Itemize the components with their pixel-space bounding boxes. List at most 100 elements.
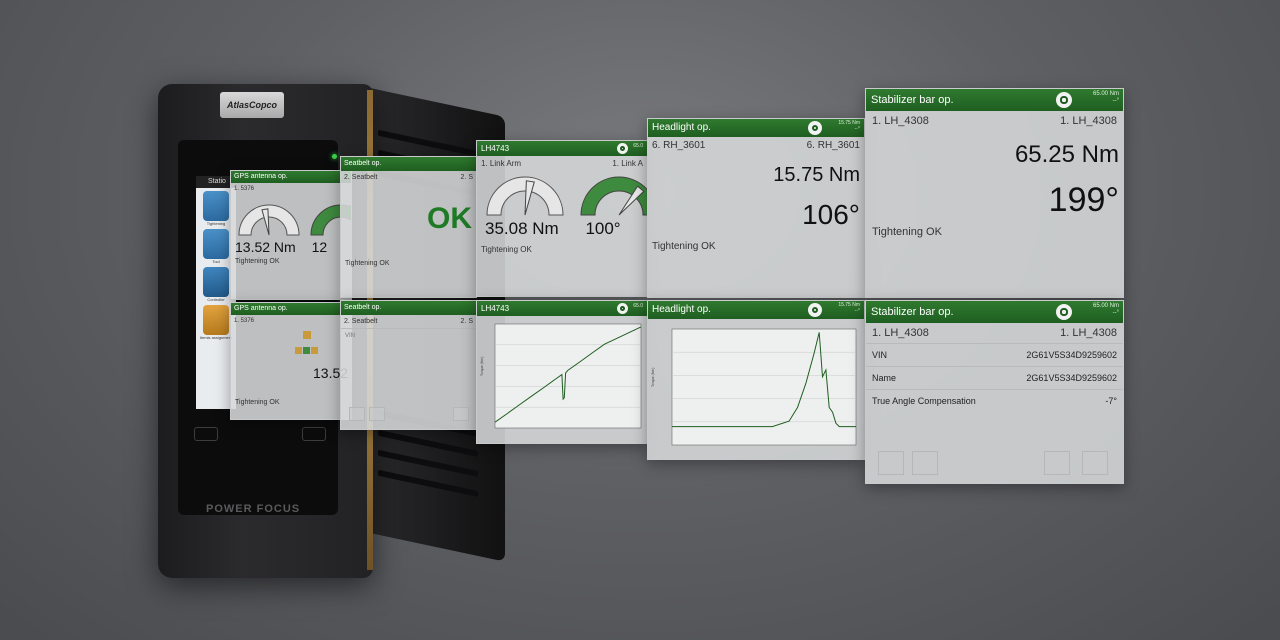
wrench-tool-icon[interactable]: [203, 229, 229, 259]
bolt-name-right: 2. S: [460, 318, 473, 325]
bolt-name: 2. Seatbelt: [344, 318, 378, 325]
plot-area: [494, 323, 642, 429]
panel-header: GPS antenna op.: [231, 303, 351, 315]
bolt-name-right: 1. LH_4308: [1060, 115, 1117, 127]
torque-value: 35.08 Nm: [485, 219, 559, 238]
next-page-button[interactable]: [453, 407, 469, 421]
panel-title: Stabilizer bar op.: [871, 306, 954, 318]
status-text: Tightening OK: [652, 241, 716, 252]
info-row-vin: VIN 2G61V5S34D9259602: [866, 343, 1123, 366]
bolt-name: 1. LH_4308: [872, 115, 929, 127]
target-angle: --°: [1112, 97, 1119, 104]
field-label: Name: [872, 373, 897, 383]
ok-result: OK: [427, 202, 472, 235]
target-torque: 65.0: [633, 303, 643, 309]
panel-title: Headlight op.: [652, 122, 711, 133]
controller-icon[interactable]: [203, 267, 229, 297]
bolt-name: 1. LH_4308: [872, 327, 929, 339]
info-row-name: Name 2G61V5S34D9259602: [866, 366, 1123, 389]
target-values: 15.75 Nm --°: [838, 302, 860, 314]
panel-header: Stabilizer bar op. 65.00 Nm --°: [866, 89, 1123, 111]
panel-header: Headlight op. 15.75 Nm --°: [648, 119, 864, 137]
bolt-row: 1. LH_4308 1. LH_4308: [866, 323, 1123, 343]
value-row: 35.08 Nm 100°: [477, 219, 647, 239]
angle-value: 199°: [1048, 181, 1119, 219]
bolt-name-right: 2. S: [460, 174, 473, 181]
target-values: 65.00 Nm --°: [1093, 303, 1119, 316]
target-torque: 65.0: [633, 143, 643, 149]
field-value: 2G61V5S34D9259602: [1026, 350, 1117, 360]
panel-title: Seatbelt op.: [344, 160, 382, 167]
barcode-icon[interactable]: [203, 305, 229, 335]
panel-title: GPS antenna op.: [234, 173, 288, 180]
first-page-button[interactable]: [878, 451, 904, 475]
panel-seatbelt-result[interactable]: Seatbelt op. 2. Seatbelt 2. S OK Tighten…: [340, 156, 477, 298]
bolt-name: 6. RH_3601: [652, 140, 706, 151]
panel-gps-antenna-positioning[interactable]: GPS antenna op. 1. 5376 13.52 Tightening…: [230, 302, 352, 420]
panel-gps-antenna-result[interactable]: GPS antenna op. 1. 5376 13.52 Nm 12 Tigh…: [230, 170, 352, 300]
previous-page-button[interactable]: [912, 451, 938, 475]
panel-title: LH4743: [481, 304, 510, 313]
torque-trace-chart: Torque (Nm): [651, 328, 857, 446]
torque-trace-chart: Torque (Nm): [480, 323, 642, 429]
field-value: 2G61V5S34D9259602: [1026, 373, 1117, 383]
panel-title: Seatbelt op.: [344, 304, 382, 311]
panel-stabilizer-info[interactable]: Stabilizer bar op. 65.00 Nm --° 1. LH_43…: [865, 300, 1124, 484]
bolt-row: 1. 5376: [231, 183, 351, 195]
panel-header: LH4743 65.0: [477, 141, 647, 156]
field-label: VIN: [872, 350, 888, 360]
hardware-button-left[interactable]: [194, 427, 218, 441]
target-values: 15.75 Nm --°: [838, 120, 860, 132]
tool-status-icon: [1056, 92, 1072, 108]
tool-status-icon: [617, 303, 628, 314]
previous-page-button[interactable]: [369, 407, 385, 421]
panel-title: LH4743: [481, 144, 510, 153]
torque-value: 65.25 Nm: [1014, 141, 1119, 168]
panel-lh4743-result[interactable]: LH4743 65.0 1. Link Arm 1. Link A 35.08 …: [476, 140, 648, 297]
panel-seatbelt-info[interactable]: Seatbelt op. 2. Seatbelt 2. S VIN: [340, 300, 477, 430]
panel-headlight-result[interactable]: Headlight op. 15.75 Nm --° 6. RH_3601 6.…: [647, 118, 865, 298]
last-page-button[interactable]: [1082, 451, 1108, 475]
bolt-row: 1. Link Arm 1. Link A: [477, 156, 647, 171]
target-angle: --°: [854, 125, 860, 132]
vin-field: VIN: [341, 328, 476, 343]
status-text: Tightening OK: [481, 245, 532, 254]
bolt-icon[interactable]: [203, 191, 229, 221]
hardware-button-right[interactable]: [302, 427, 326, 441]
torque-row: 13.52 Nm 12: [231, 239, 351, 255]
bolt-row: 2. Seatbelt 2. S: [341, 315, 476, 328]
bolt-row: 1. LH_4308 1. LH_4308: [866, 111, 1123, 131]
tool-status-icon: [808, 303, 822, 317]
angle-value: 106°: [802, 199, 860, 230]
bolt-name-right: 1. Link A: [612, 159, 643, 168]
panel-headlight-trace[interactable]: Headlight op. 15.75 Nm --° Torque (Nm): [647, 300, 865, 460]
target-torque: 65.00 Nm: [1092, 91, 1119, 97]
field-label: True Angle Compensation: [872, 396, 976, 406]
field-label: VIN: [345, 333, 356, 339]
angle-value: 12: [311, 239, 328, 255]
panel-header: Seatbelt op.: [341, 301, 476, 315]
device-brand-label: POWER FOCUS: [206, 503, 301, 515]
next-page-button[interactable]: [1044, 451, 1070, 475]
gauges: [238, 204, 351, 236]
status-text: Tightening OK: [872, 226, 942, 238]
panel-header: Seatbelt op.: [341, 157, 476, 171]
panel-title: Headlight op.: [652, 304, 711, 315]
panel-header: LH4743 65.0: [477, 301, 647, 316]
status-text: Tightening OK: [235, 258, 280, 265]
bolt-name: 1. 5376: [234, 318, 255, 324]
bolt-name-right: 1. LH_4308: [1060, 327, 1117, 339]
field-value: -7°: [1105, 396, 1117, 406]
info-row-angle-compensation: True Angle Compensation -7°: [866, 389, 1123, 412]
panel-stabilizer-result[interactable]: Stabilizer bar op. 65.00 Nm --° 1. LH_43…: [865, 88, 1124, 298]
positioning-icon: [295, 331, 318, 354]
first-page-button[interactable]: [349, 407, 365, 421]
target-angle: --°: [1112, 309, 1119, 316]
panel-lh4743-trace[interactable]: LH4743 65.0 Torque (Nm): [476, 300, 648, 444]
bolt-name: 1. 5376: [234, 186, 255, 192]
bolt-row: 6. RH_3601 6. RH_3601: [648, 137, 864, 154]
panel-title: GPS antenna op.: [234, 305, 288, 312]
panel-title: Stabilizer bar op.: [871, 94, 954, 106]
bolt-row: 2. Seatbelt 2. S: [341, 171, 476, 184]
tool-status-icon: [1056, 304, 1072, 320]
